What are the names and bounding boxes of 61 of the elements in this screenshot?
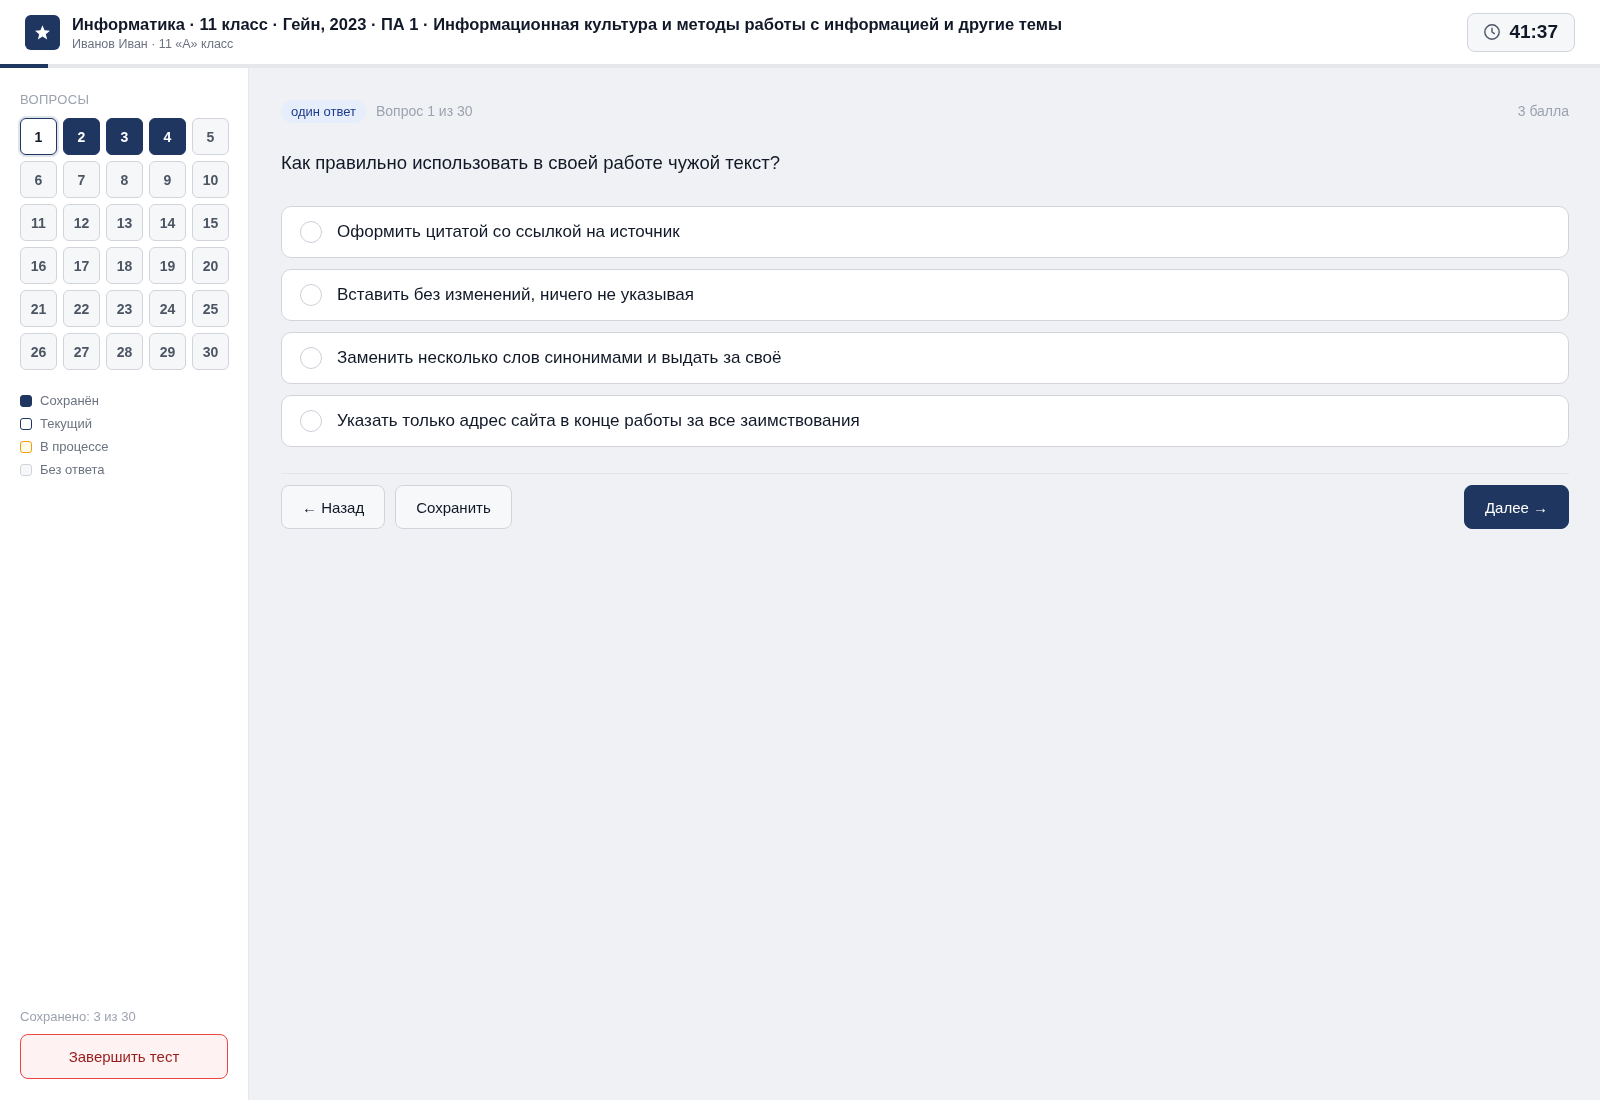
question-number-button[interactable]: 12 [63, 204, 100, 241]
question-number-button[interactable]: 14 [149, 204, 186, 241]
question-number-button[interactable]: 11 [20, 204, 57, 241]
question-number-button[interactable]: 13 [106, 204, 143, 241]
finish-test-button[interactable]: Завершить тест [20, 1034, 228, 1079]
nav-button[interactable]: Сохранить [395, 485, 512, 529]
radio-circle-icon[interactable] [300, 221, 322, 243]
status-swatch-icon [20, 440, 32, 453]
status-swatch-icon [20, 394, 32, 407]
question-number-button[interactable]: 24 [149, 290, 186, 327]
question-number-button[interactable]: 5 [192, 118, 229, 155]
question-number-button[interactable]: 16 [20, 247, 57, 284]
radio-circle-icon[interactable] [300, 284, 322, 306]
question-number-button[interactable]: 20 [192, 247, 229, 284]
radio-circle-icon[interactable] [300, 347, 322, 369]
answer-option[interactable]: Заменить несколько слов синонимами и выдать за своё [281, 332, 1569, 384]
legend-label: Текущий [40, 416, 92, 431]
status-swatch-icon [20, 463, 32, 476]
question-number-button[interactable]: 25 [192, 290, 229, 327]
question-number-button[interactable]: 22 [63, 290, 100, 327]
saved-count: Сохранено: 3 из 30 [20, 1009, 137, 1024]
question-counter: Вопрос 1 из 30 [376, 103, 473, 119]
question-number-button[interactable]: 1 [20, 118, 57, 155]
question-number-button[interactable]: 6 [20, 161, 57, 198]
question-number-button[interactable]: 4 [149, 118, 186, 155]
nav-button[interactable]: ← Назад [281, 485, 386, 529]
status-swatch-icon [20, 417, 32, 430]
answer-option[interactable]: Оформить цитатой со ссылкой на источник [281, 206, 1569, 258]
star-logo-icon [25, 14, 60, 50]
legend-label: В процессе [40, 439, 109, 454]
legend-label: Сохранён [40, 393, 100, 408]
answer-type-badge: один ответ [281, 99, 366, 123]
student-name: Иванов Иван · 11 «А» класс [72, 37, 235, 51]
question-number-button[interactable]: 17 [63, 247, 100, 284]
timer-value: 41:37 [1509, 21, 1558, 43]
question-number-button[interactable]: 26 [20, 333, 57, 370]
question-number-button[interactable]: 21 [20, 290, 57, 327]
question-number-button[interactable]: 19 [149, 247, 186, 284]
question-number-button[interactable]: 28 [106, 333, 143, 370]
question-number-button[interactable]: 29 [149, 333, 186, 370]
questions-heading: ВОПРОСЫ [20, 92, 91, 107]
question-number-button[interactable]: 27 [63, 333, 100, 370]
legend-label: Без ответа [40, 462, 105, 477]
question-number-button[interactable]: 15 [192, 204, 229, 241]
question-number-button[interactable]: 3 [106, 118, 143, 155]
question-number-button[interactable]: 2 [63, 118, 100, 155]
question-number-button[interactable]: 18 [106, 247, 143, 284]
question-number-button[interactable]: 23 [106, 290, 143, 327]
question-number-button[interactable]: 7 [63, 161, 100, 198]
question-number-button[interactable]: 10 [192, 161, 229, 198]
question-number-button[interactable]: 9 [149, 161, 186, 198]
question-text: Как правильно использовать в своей работе чужой текст? [281, 152, 782, 174]
question-number-button[interactable]: 30 [192, 333, 229, 370]
question-number-button[interactable]: 8 [106, 161, 143, 198]
radio-circle-icon[interactable] [300, 410, 322, 432]
test-title: Информатика · 11 класс · Гейн, 2023 · ПА 1 · Информационная культура и методы работы с информацией и другие темы [72, 15, 1063, 34]
answer-option[interactable]: Вставить без изменений, ничего не указывая [281, 269, 1569, 321]
next-button[interactable]: Далее → [1463, 485, 1569, 529]
answer-option[interactable]: Указать только адрес сайта в конце работы за все заимствования [281, 395, 1569, 447]
question-points: 3 балла [1517, 103, 1569, 119]
clock-icon [1484, 24, 1501, 40]
